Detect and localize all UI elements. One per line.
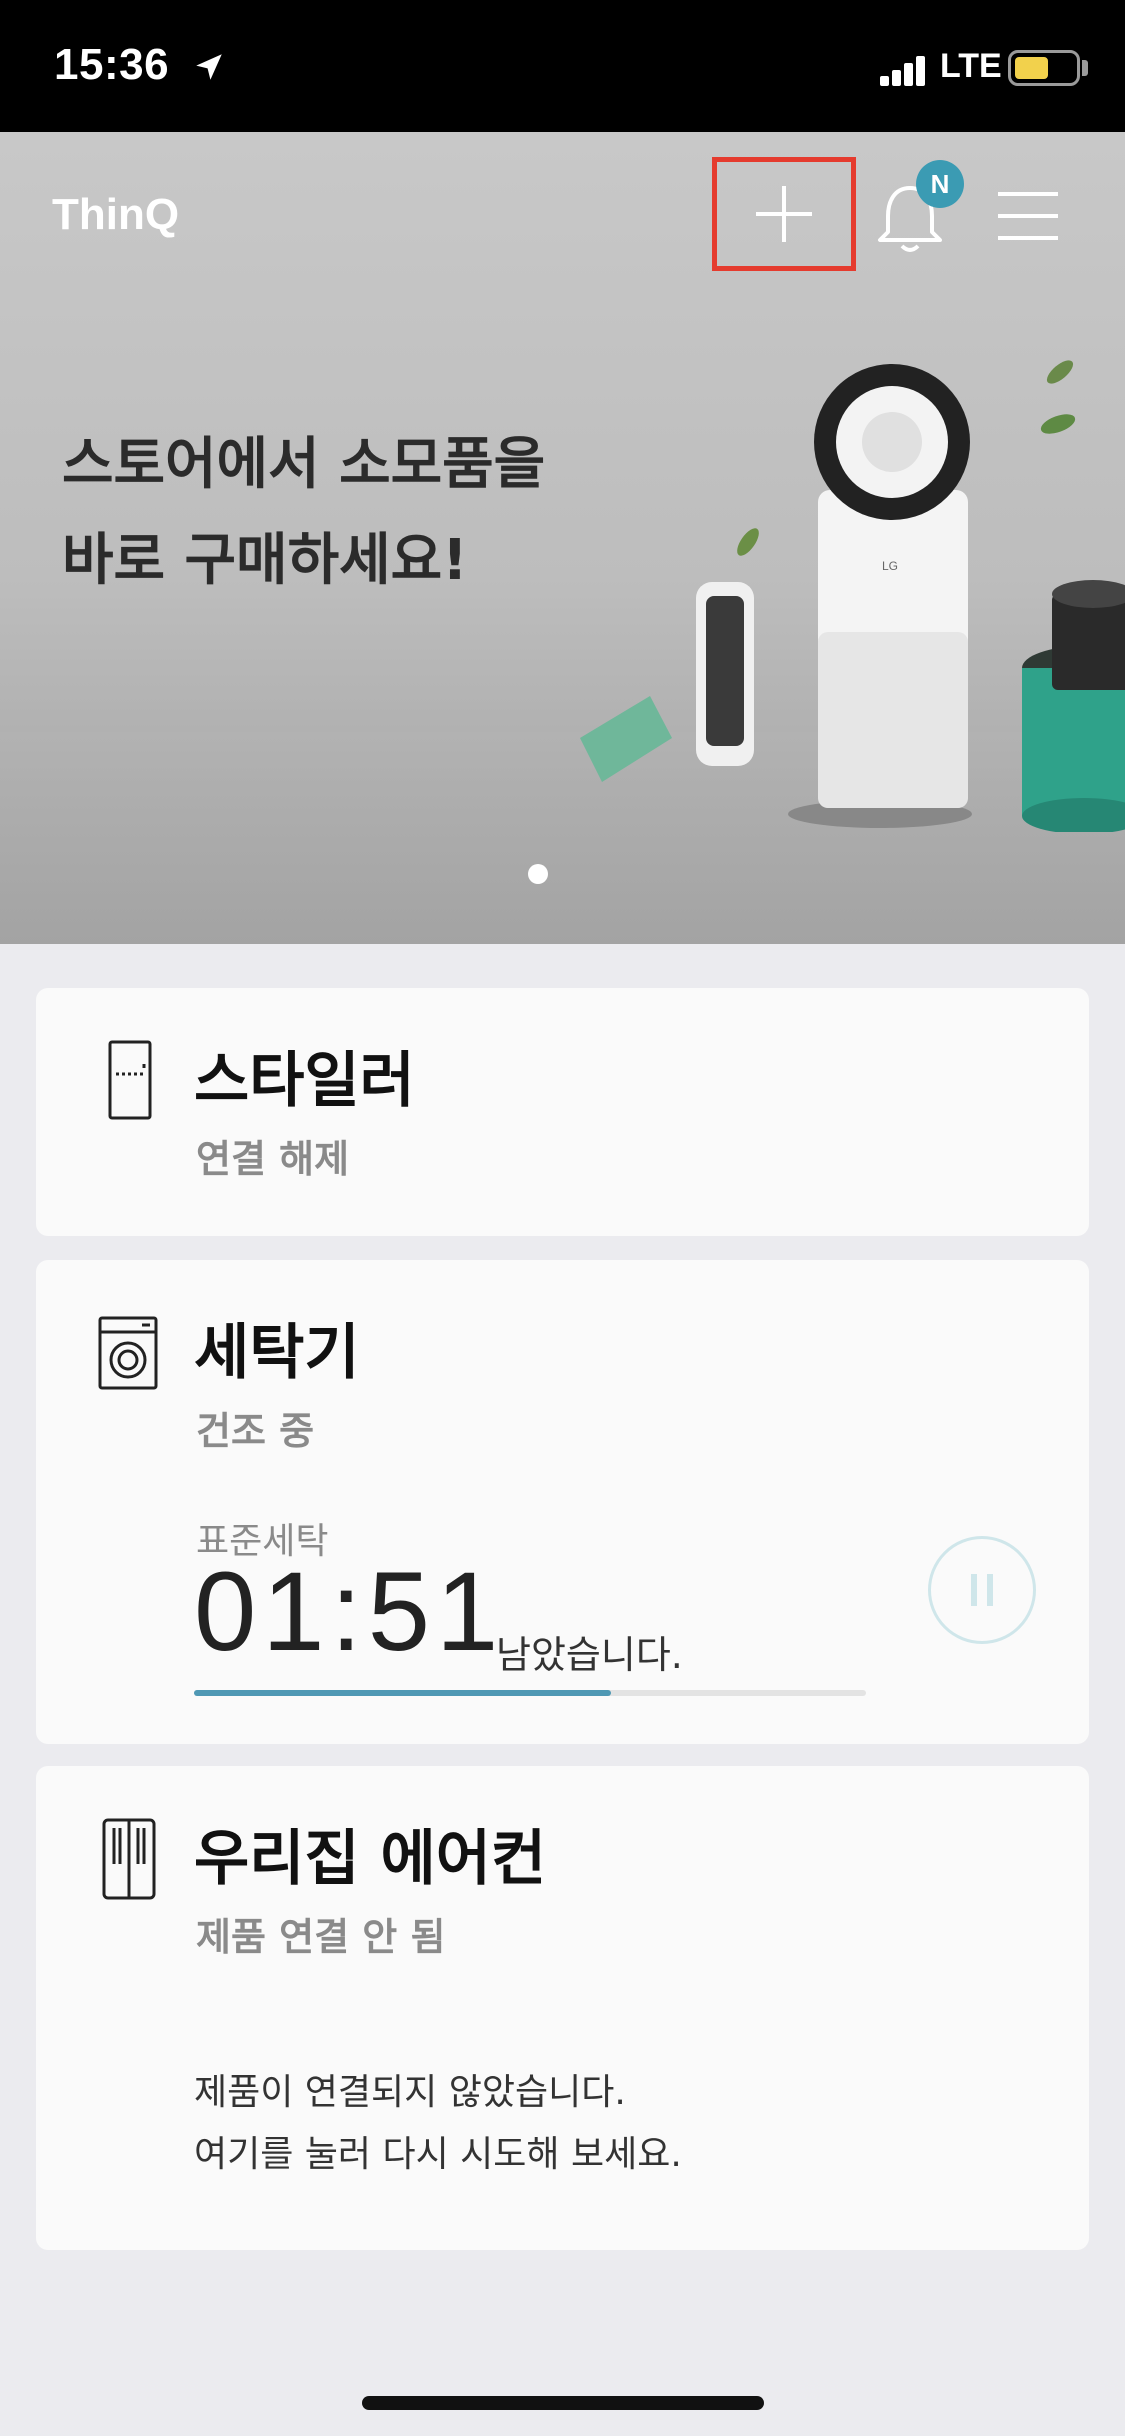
banner-headline-line1: 스토어에서 소모품을 [62, 432, 546, 497]
home-indicator[interactable] [362, 2396, 764, 2410]
add-icon [756, 186, 812, 242]
promo-banner[interactable]: ThinQ N 스토어에서 소모품을 바로 구매하세요! LG [0, 132, 1125, 944]
styler-icon [108, 1040, 152, 1120]
time-remaining-suffix: 남았습니다. [496, 1633, 683, 1677]
device-card-washer[interactable]: 세탁기 건조 중 표준세탁 01:51 남았습니다. [36, 1260, 1089, 1744]
device-status: 연결 해제 [196, 1137, 350, 1181]
svg-text:LG: LG [882, 559, 898, 573]
pause-button[interactable] [928, 1536, 1036, 1644]
battery-icon [1008, 50, 1080, 86]
device-name: 세탁기 [194, 1318, 360, 1388]
device-name: 우리집 에어컨 [194, 1824, 547, 1894]
network-type: LTE [940, 47, 1002, 85]
device-name: 스타일러 [194, 1046, 415, 1116]
notification-badge: N [916, 160, 964, 208]
device-card-styler[interactable]: 스타일러 연결 해제 [36, 988, 1089, 1236]
device-card-air-conditioner[interactable]: 우리집 에어컨 제품 연결 안 됨 제품이 연결되지 않았습니다. 여기를 눌러… [36, 1766, 1089, 2250]
air-conditioner-icon [102, 1818, 156, 1900]
add-device-button[interactable] [712, 157, 856, 271]
location-arrow-icon [196, 54, 222, 80]
cellular-signal-icon [880, 52, 928, 86]
battery-nub [1082, 60, 1088, 76]
retry-message-line1: 제품이 연결되지 않았습니다. [194, 2072, 626, 2113]
wash-progress-fill [194, 1690, 611, 1696]
retry-message-line2: 여기를 눌러 다시 시도해 보세요. [194, 2134, 682, 2175]
hamburger-menu-icon[interactable] [996, 188, 1060, 244]
time-remaining: 01:51 [194, 1549, 505, 1674]
banner-headline-line2: 바로 구매하세요! [62, 528, 468, 593]
washer-icon [98, 1316, 158, 1390]
status-time: 15:36 [54, 40, 170, 89]
thinq-logo: ThinQ [52, 190, 180, 239]
banner-headline: 스토어에서 소모품을 바로 구매하세요! [62, 417, 545, 609]
air-purifier-product-image: LG [580, 360, 1125, 832]
status-bar: 15:36 LTE [0, 0, 1125, 132]
battery-level [1015, 57, 1049, 79]
carousel-indicator-dot[interactable] [528, 864, 548, 884]
retry-connection-message[interactable]: 제품이 연결되지 않았습니다. 여기를 눌러 다시 시도해 보세요. [194, 2062, 682, 2186]
pause-icon [971, 1574, 993, 1606]
device-status: 건조 중 [196, 1409, 315, 1453]
wash-progress-bar [194, 1690, 866, 1696]
device-status: 제품 연결 안 됨 [196, 1915, 446, 1959]
